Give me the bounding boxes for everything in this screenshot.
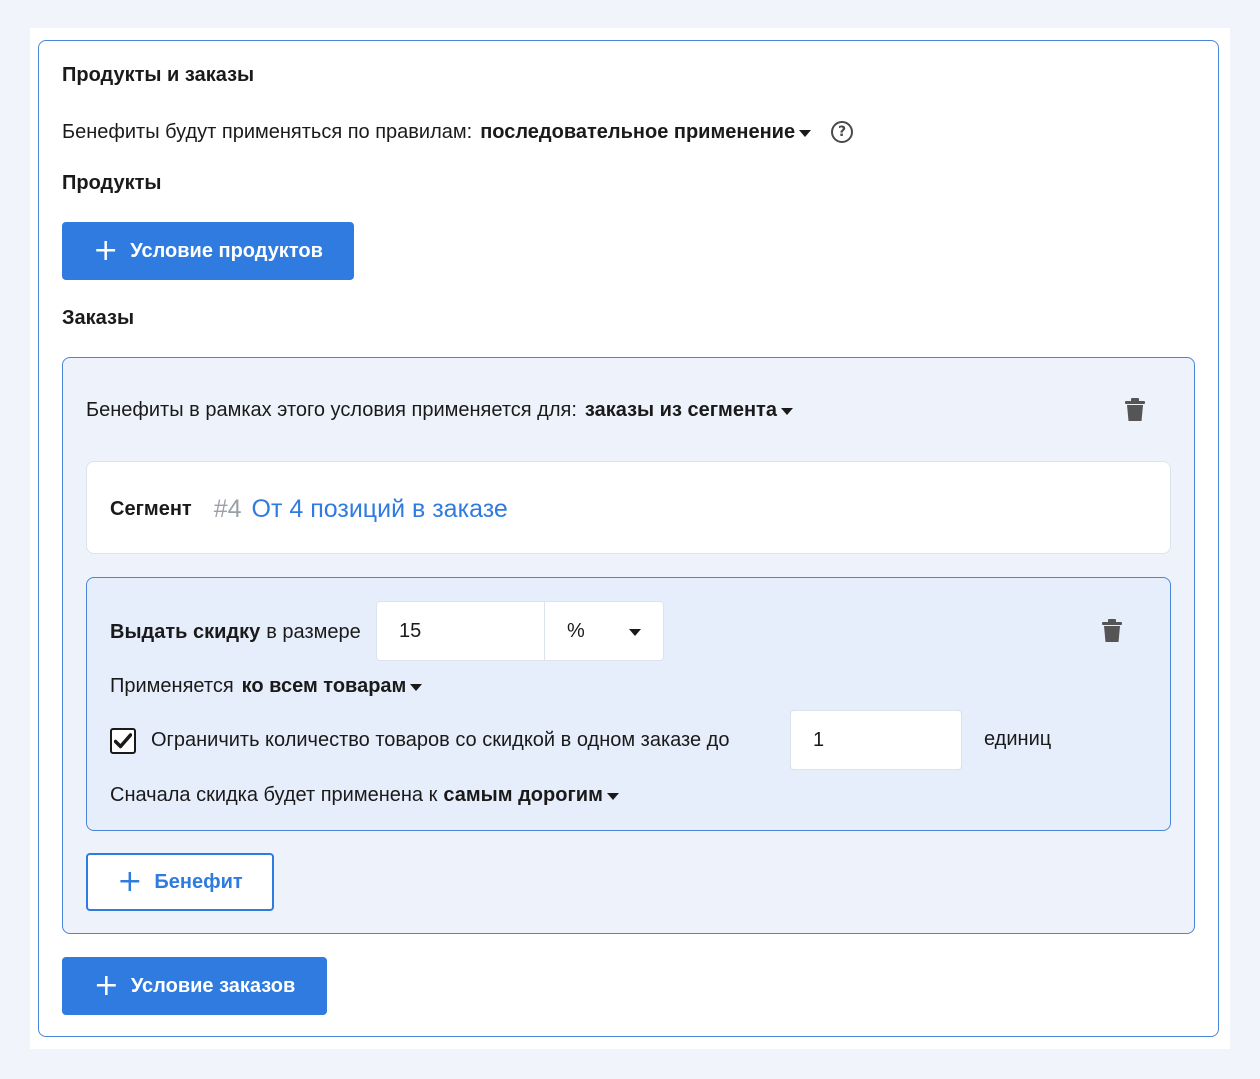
limit-checkbox[interactable] xyxy=(110,728,136,754)
chevron-down-icon xyxy=(780,407,793,415)
limit-label: Ограничить количество товаров со скидкой… xyxy=(151,729,730,751)
plus-icon: + xyxy=(93,233,119,268)
order-row: Сначала скидка будет применена к самым д… xyxy=(110,781,619,809)
applies-row: Применяется ко всем товарам xyxy=(110,672,423,700)
products-title: Продукты xyxy=(62,172,162,194)
benefit-label-row: Выдать скидку в размере xyxy=(110,618,361,646)
benefit-panel: Выдать скидку в размере 15 % Применяется… xyxy=(86,577,1171,831)
products-orders-card: Продукты и заказы Бенефиты будут применя… xyxy=(38,40,1219,1037)
rules-label: Бенефиты будут применяться по правилам: xyxy=(62,120,473,143)
condition-dropdown[interactable]: заказы из сегмента xyxy=(585,399,793,422)
segment-box: Сегмент #4 От 4 позиций в заказе xyxy=(86,461,1171,554)
plus-icon: + xyxy=(93,968,119,1003)
chevron-down-icon xyxy=(629,628,641,636)
discount-amount-input[interactable]: 15 xyxy=(376,601,546,661)
rules-row: Бенефиты будут применяться по правилам: … xyxy=(62,118,854,146)
add-product-condition-button[interactable]: + Условие продуктов xyxy=(62,222,354,280)
add-benefit-button[interactable]: + Бенефит xyxy=(86,853,274,911)
orders-title: Заказы xyxy=(62,307,135,329)
limit-quantity-value: 1 xyxy=(813,728,825,751)
limit-unit: единиц xyxy=(984,728,1052,750)
help-icon[interactable]: ? xyxy=(831,121,854,143)
add-product-condition-label: Условие продуктов xyxy=(130,239,323,262)
condition-label: Бенефиты в рамках этого условия применяе… xyxy=(86,398,577,421)
add-order-condition-label: Условие заказов xyxy=(130,974,296,997)
benefit-label-rest: в размере xyxy=(266,620,361,643)
applies-label: Применяется xyxy=(110,674,234,697)
order-label: Сначала скидка будет применена к xyxy=(110,783,438,806)
section-title: Продукты и заказы xyxy=(62,64,255,86)
order-condition-panel: Бенефиты в рамках этого условия применяе… xyxy=(62,357,1195,934)
discount-unit-value: % xyxy=(567,619,585,642)
order-dropdown-value: самым дорогим xyxy=(443,783,603,806)
applies-dropdown-value: ко всем товарам xyxy=(241,674,407,697)
rules-dropdown-value: последовательное применение xyxy=(480,120,796,143)
limit-quantity-input[interactable]: 1 xyxy=(790,710,962,770)
segment-link[interactable]: От 4 позиций в заказе xyxy=(252,495,508,524)
chevron-down-icon xyxy=(410,683,423,691)
rules-dropdown[interactable]: последовательное применение xyxy=(480,120,812,144)
order-dropdown[interactable]: самым дорогим xyxy=(443,783,619,807)
condition-row: Бенефиты в рамках этого условия применяе… xyxy=(86,396,793,424)
canvas: Продукты и заказы Бенефиты будут применя… xyxy=(30,28,1230,1049)
chevron-down-icon xyxy=(606,792,619,800)
checkmark-icon xyxy=(114,733,132,749)
trash-icon[interactable] xyxy=(1125,398,1145,422)
segment-id: #4 xyxy=(213,494,242,523)
condition-dropdown-value: заказы из сегмента xyxy=(584,398,777,421)
segment-label: Сегмент xyxy=(110,497,192,520)
benefit-label-bold: Выдать скидку xyxy=(110,620,261,643)
add-benefit-label: Бенефит xyxy=(154,870,243,893)
trash-icon[interactable] xyxy=(1102,619,1122,643)
add-order-condition-button[interactable]: + Условие заказов xyxy=(62,957,327,1015)
discount-amount-value: 15 xyxy=(399,619,422,642)
plus-icon: + xyxy=(117,864,143,899)
chevron-down-icon xyxy=(799,129,812,137)
applies-dropdown[interactable]: ко всем товарам xyxy=(242,675,423,698)
discount-unit-select[interactable]: % xyxy=(544,601,664,661)
